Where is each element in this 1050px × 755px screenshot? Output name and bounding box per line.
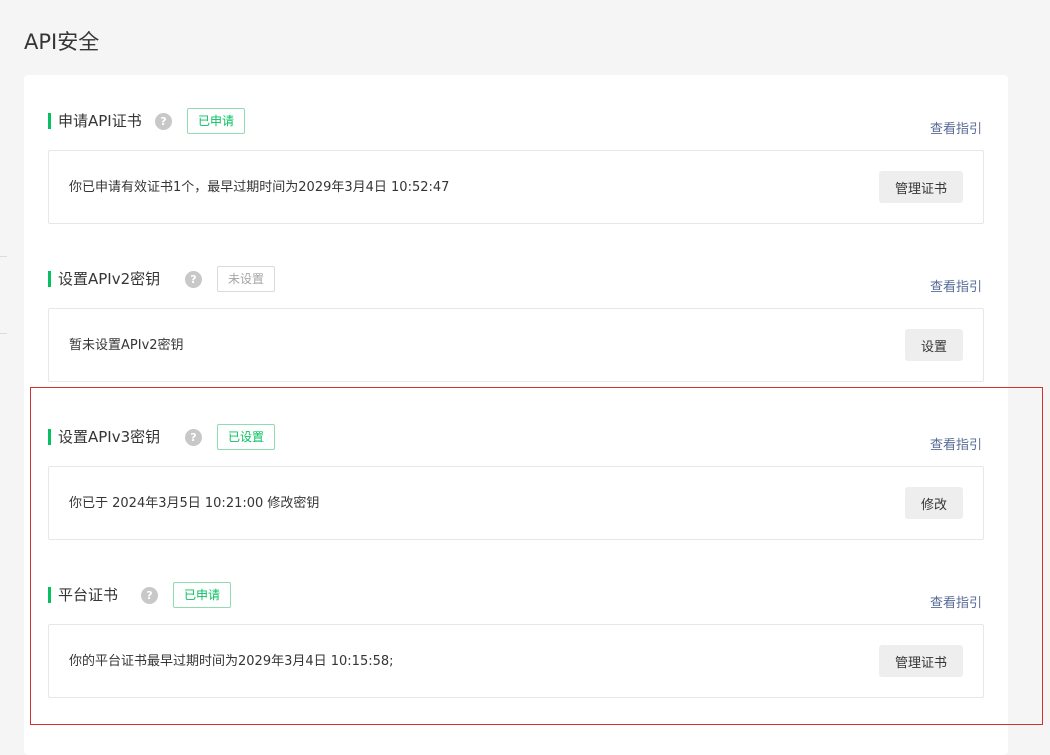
section-accent-bar — [48, 271, 51, 287]
view-guide-link[interactable]: 查看指引 — [930, 276, 982, 295]
section-content-box: 暂未设置APIv2密钥 设置 — [48, 308, 984, 382]
section-description: 你已于 2024年3月5日 10:21:00 修改密钥 — [69, 496, 320, 511]
status-badge: 已设置 — [217, 424, 276, 450]
help-icon[interactable]: ? — [155, 113, 172, 130]
section-accent-bar — [48, 587, 51, 603]
section-description: 暂未设置APIv2密钥 — [69, 338, 184, 353]
left-edge-divider — [0, 256, 7, 257]
manage-platform-certificate-button[interactable]: 管理证书 — [878, 645, 963, 677]
page-title: API安全 — [24, 30, 100, 54]
help-icon[interactable]: ? — [185, 271, 202, 288]
section-title: 设置APIv2密钥 — [58, 270, 161, 288]
status-badge: 未设置 — [217, 266, 276, 292]
section-header: 设置APIv3密钥 ? 已设置 查看指引 — [48, 424, 984, 453]
left-edge-divider — [0, 333, 7, 334]
section-header: 平台证书 ? 已申请 查看指引 — [48, 582, 984, 611]
view-guide-link[interactable]: 查看指引 — [930, 434, 982, 453]
section-header: 申请API证书 ? 已申请 查看指引 — [48, 108, 984, 137]
help-icon[interactable]: ? — [185, 429, 202, 446]
section-title: 设置APIv3密钥 — [58, 428, 161, 446]
section-title: 平台证书 — [58, 586, 119, 604]
section-description: 你已申请有效证书1个，最早过期时间为2029年3月4日 10:52:47 — [69, 180, 450, 195]
section-title: 申请API证书 — [58, 112, 142, 130]
modify-key-button[interactable]: 修改 — [904, 487, 963, 519]
set-key-button[interactable]: 设置 — [904, 329, 963, 361]
status-badge: 已申请 — [173, 582, 232, 608]
section-accent-bar — [48, 113, 51, 129]
section-accent-bar — [48, 429, 51, 445]
section-content-box: 你已申请有效证书1个，最早过期时间为2029年3月4日 10:52:47 管理证… — [48, 150, 984, 224]
manage-certificate-button[interactable]: 管理证书 — [878, 171, 963, 203]
help-icon[interactable]: ? — [141, 587, 158, 604]
section-content-box: 你已于 2024年3月5日 10:21:00 修改密钥 修改 — [48, 466, 984, 540]
section-header: 设置APIv2密钥 ? 未设置 查看指引 — [48, 266, 984, 295]
section-content-box: 你的平台证书最早过期时间为2029年3月4日 10:15:58; 管理证书 — [48, 624, 984, 698]
view-guide-link[interactable]: 查看指引 — [930, 592, 982, 611]
status-badge: 已申请 — [187, 108, 246, 134]
section-description: 你的平台证书最早过期时间为2029年3月4日 10:15:58; — [69, 654, 394, 669]
view-guide-link[interactable]: 查看指引 — [930, 118, 982, 137]
